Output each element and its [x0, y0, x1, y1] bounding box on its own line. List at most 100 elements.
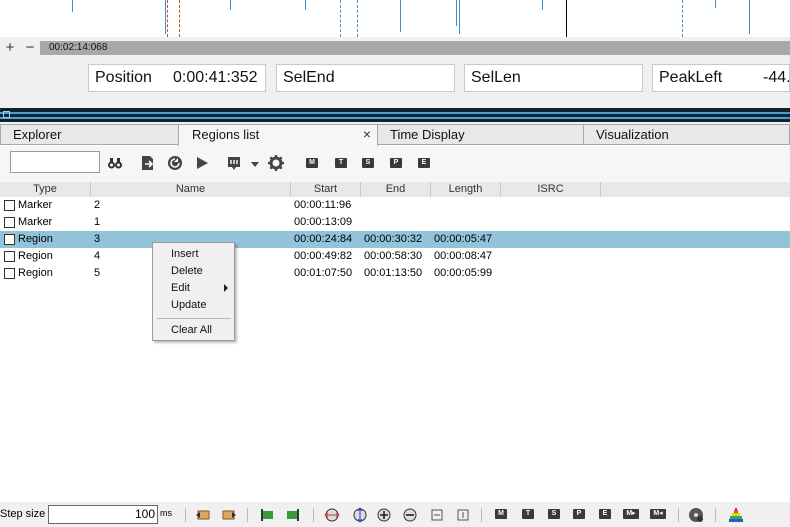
refresh-icon[interactable]	[167, 155, 183, 171]
spectrum-icon[interactable]	[728, 507, 744, 523]
splitter-grip-icon[interactable]	[3, 111, 10, 118]
column-isrc[interactable]: ISRC	[501, 182, 601, 197]
row-length: 00:00:08:47	[434, 250, 493, 262]
row-length: 00:00:05:47	[434, 233, 493, 245]
peakleft-label: PeakLeft	[659, 69, 723, 86]
splitter-line	[0, 117, 790, 119]
regions-toolbar: M T S P E	[0, 146, 790, 182]
chip-s-icon[interactable]: S	[362, 158, 374, 168]
step-size-input[interactable]: 100	[48, 505, 158, 524]
move-right-icon[interactable]	[221, 507, 237, 523]
waveform-peak	[400, 0, 401, 32]
menu-item-insert[interactable]: Insert	[171, 247, 199, 262]
step-size-label: Step size	[0, 508, 46, 520]
menu-item-update[interactable]: Update	[171, 298, 206, 313]
column-length[interactable]: Length	[431, 182, 501, 197]
column-end[interactable]: End	[361, 182, 431, 197]
tab-time-display[interactable]: Time Display	[377, 124, 584, 145]
binoculars-icon[interactable]	[107, 155, 123, 171]
selend-box: SelEnd	[276, 64, 455, 92]
row-name: 3	[94, 233, 101, 245]
export-icon[interactable]	[140, 155, 156, 171]
tab-regions-list[interactable]: Regions list ×	[178, 124, 378, 146]
tab-visualization[interactable]: Visualization	[583, 124, 790, 145]
playback-cursor[interactable]	[566, 0, 567, 37]
column-type[interactable]: Type	[0, 182, 91, 197]
row-checkbox[interactable]	[4, 251, 15, 262]
toolbar-separator	[247, 508, 248, 522]
table-row[interactable]: Marker 2 00:00:11:96	[0, 197, 790, 214]
row-end: 00:00:58:30	[364, 250, 423, 262]
panel-splitter[interactable]	[0, 102, 790, 124]
tab-visualization-label: Visualization	[596, 127, 669, 142]
zoom-vertical-icon[interactable]	[352, 507, 368, 523]
table-row-selected[interactable]: Region 3 00:00:24:84 00:00:30:32 00:00:0…	[0, 231, 790, 248]
waveform-peak	[456, 0, 457, 26]
row-end: 00:01:13:50	[364, 267, 423, 279]
position-box: Position 0:00:41:352	[88, 64, 266, 92]
table-row[interactable]: Region 5 00:01:07:50 00:01:13:50 00:00:0…	[0, 265, 790, 282]
waveform-view[interactable]	[0, 0, 790, 37]
menu-item-edit[interactable]: Edit	[171, 281, 190, 296]
row-checkbox[interactable]	[4, 200, 15, 211]
fit-height-icon[interactable]	[455, 507, 471, 523]
chip-m-prev-icon[interactable]: M◂	[650, 509, 666, 519]
zoom-in-button[interactable]: +	[1, 40, 19, 56]
row-checkbox[interactable]	[4, 217, 15, 228]
chip-p-icon[interactable]: P	[390, 158, 402, 168]
search-input[interactable]	[10, 151, 100, 173]
fit-width-icon[interactable]	[429, 507, 445, 523]
region-start-icon[interactable]	[259, 507, 275, 523]
zoom-in-icon[interactable]	[376, 507, 392, 523]
region-end-icon[interactable]	[285, 507, 301, 523]
row-type: Region	[18, 250, 53, 262]
marker-line	[179, 0, 180, 37]
chip-e-icon[interactable]: E	[599, 509, 611, 519]
move-left-icon[interactable]	[195, 507, 211, 523]
table-row[interactable]: Region 4 00:00:49:82 00:00:58:30 00:00:0…	[0, 248, 790, 265]
info-panel: Position 0:00:41:352 SelEnd SelLen PeakL…	[0, 56, 790, 102]
row-start: 00:00:49:82	[294, 250, 353, 262]
table-header: Type Name Start End Length ISRC	[0, 182, 790, 197]
waveform-peak	[165, 0, 166, 34]
toolbar-separator	[313, 508, 314, 522]
zoom-out-button[interactable]: −	[21, 40, 39, 56]
chevron-down-icon[interactable]	[250, 159, 260, 169]
tab-explorer[interactable]: Explorer	[0, 124, 179, 145]
gear-icon[interactable]	[268, 155, 284, 171]
toolbar-separator	[678, 508, 679, 522]
column-start[interactable]: Start	[291, 182, 361, 197]
column-name[interactable]: Name	[91, 182, 291, 197]
row-checkbox[interactable]	[4, 268, 15, 279]
row-checkbox[interactable]	[4, 234, 15, 245]
region-line	[682, 0, 683, 37]
chip-s-icon[interactable]: S	[548, 509, 560, 519]
chip-p-icon[interactable]: P	[573, 509, 585, 519]
menu-item-clear-all[interactable]: Clear All	[171, 323, 212, 338]
play-icon[interactable]	[194, 155, 210, 171]
chip-m-icon[interactable]: M	[495, 509, 507, 519]
row-name: 2	[94, 199, 101, 211]
splitter-bar	[0, 108, 790, 122]
chip-m-icon[interactable]: M	[306, 158, 318, 168]
marker-icon[interactable]	[226, 155, 242, 171]
row-start: 00:00:11:96	[294, 199, 352, 211]
close-icon[interactable]: ×	[363, 125, 371, 144]
chip-m-next-icon[interactable]: M▸	[623, 509, 639, 519]
cd-icon[interactable]	[688, 507, 704, 523]
row-type: Region	[18, 267, 53, 279]
zoom-out-icon[interactable]	[402, 507, 418, 523]
step-unit-label: ms	[160, 508, 172, 518]
tab-bar: Explorer Regions list × Time Display Vis…	[0, 124, 790, 146]
chip-t-icon[interactable]: T	[522, 509, 534, 519]
row-end: 00:00:30:32	[364, 233, 423, 245]
timeline-scrollbar[interactable]	[40, 41, 790, 55]
zoom-horizontal-icon[interactable]	[324, 507, 340, 523]
row-type: Region	[18, 233, 53, 245]
waveform-peak	[749, 0, 750, 34]
chip-e-icon[interactable]: E	[418, 158, 430, 168]
chip-t-icon[interactable]: T	[335, 158, 347, 168]
table-row[interactable]: Marker 1 00:00:13:09	[0, 214, 790, 231]
menu-item-delete[interactable]: Delete	[171, 264, 203, 279]
peakleft-value: -44.8	[763, 69, 789, 86]
